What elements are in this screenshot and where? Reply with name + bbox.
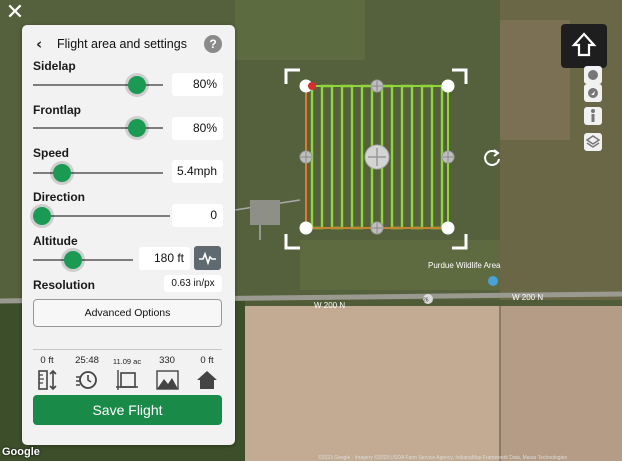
speed-label: Speed	[33, 146, 70, 160]
compass-icon[interactable]	[584, 66, 602, 84]
flight-time-icon	[76, 371, 97, 389]
speed-value[interactable]: 5.4mph	[172, 160, 223, 183]
sidelap-value[interactable]: 80%	[172, 73, 223, 96]
terrain-wave-icon	[199, 251, 216, 266]
altitude-thumb[interactable]	[64, 251, 82, 269]
direction-label: Direction	[33, 190, 86, 204]
direction-slider[interactable]	[33, 207, 170, 225]
home-icon	[197, 371, 217, 389]
direction-thumb[interactable]	[33, 207, 51, 225]
advanced-options-button[interactable]: Advanced Options	[33, 299, 222, 327]
chevron-left-icon[interactable]: ‹	[36, 35, 42, 53]
home-distance-stat: 0 ft	[200, 355, 214, 366]
resolution-value: 0.63 in/px	[164, 275, 222, 292]
frontlap-thumb[interactable]	[128, 119, 146, 137]
height-ruler-icon	[38, 369, 57, 391]
altitude-value[interactable]: 180 ft	[139, 247, 190, 270]
frontlap-value[interactable]: 80%	[172, 117, 223, 140]
sidelap-label: Sidelap	[33, 59, 76, 73]
start-point-marker	[308, 82, 316, 90]
resolution-label: Resolution	[33, 278, 95, 292]
altitude-label: Altitude	[33, 234, 78, 248]
map-attribution: ©2023 Google · Imagery ©2023 USDA Farm S…	[318, 455, 567, 461]
corner-handle[interactable]	[441, 221, 455, 235]
road-label: W 200 N	[512, 293, 543, 302]
frontlap-label: Frontlap	[33, 103, 81, 117]
corner-handle[interactable]	[299, 221, 313, 235]
road-marker: 26	[423, 298, 429, 304]
sidelap-thumb[interactable]	[128, 76, 146, 94]
speed-slider[interactable]	[33, 164, 163, 182]
panel-title: Flight area and settings	[57, 37, 187, 51]
speed-thumb[interactable]	[52, 164, 71, 182]
flight-settings-panel: ‹ Flight area and settings ? Sidelap 80%…	[22, 25, 235, 445]
area-icon	[116, 370, 138, 390]
photos-stat: 330	[159, 355, 175, 366]
question-mark-icon[interactable]: ?	[204, 35, 222, 53]
direction-value[interactable]: 0	[172, 204, 223, 227]
flight-time-stat: 25:48	[75, 355, 99, 366]
sidelap-slider[interactable]	[33, 76, 163, 94]
poi-label: Purdue Wildlife Area	[428, 261, 501, 270]
altitude-offset-stat: 0 ft	[40, 355, 54, 366]
rotate-icon[interactable]	[481, 147, 503, 169]
frontlap-slider[interactable]	[33, 119, 163, 137]
divider	[33, 349, 222, 350]
poi-marker[interactable]	[488, 276, 498, 286]
google-logo: Google	[2, 446, 40, 458]
close-icon[interactable]: ✕	[5, 2, 25, 24]
altitude-slider[interactable]	[33, 251, 133, 269]
pedestrian-icon[interactable]	[584, 107, 602, 125]
navigation-icon[interactable]	[584, 84, 602, 102]
terrain-follow-button[interactable]	[194, 246, 221, 270]
road-label: W 200 N	[314, 301, 345, 310]
save-flight-button[interactable]: Save Flight	[33, 395, 222, 425]
photos-icon	[156, 370, 179, 390]
area-stat: 11.09 ac	[112, 357, 142, 366]
corner-handle[interactable]	[441, 79, 455, 93]
layers-icon[interactable]	[584, 133, 602, 151]
